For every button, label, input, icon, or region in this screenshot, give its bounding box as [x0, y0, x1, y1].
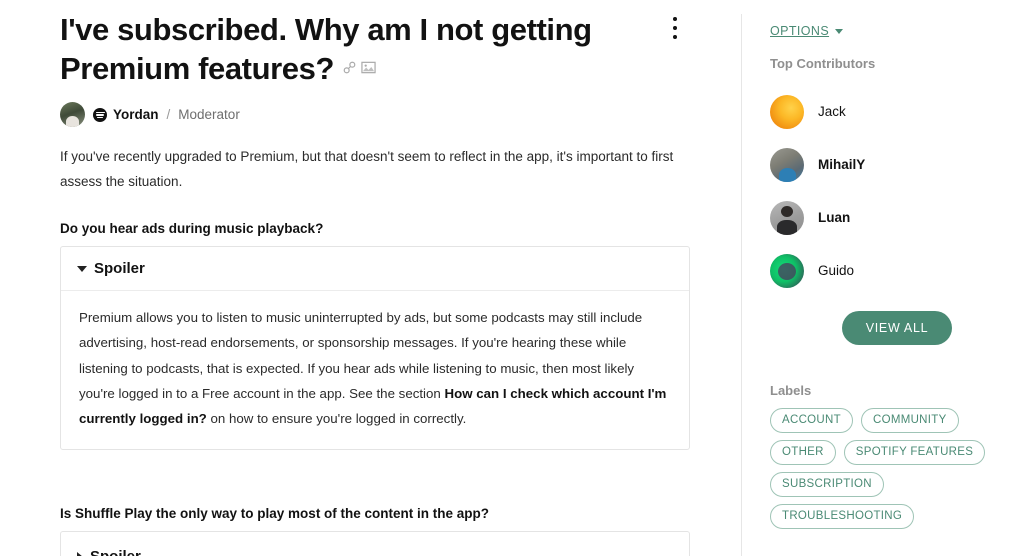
label-chip-spotify-features[interactable]: SPOTIFY FEATURES — [843, 440, 986, 465]
view-all-wrapper: VIEW ALL — [770, 311, 1024, 345]
labels-list: ACCOUNT COMMUNITY OTHER SPOTIFY FEATURES… — [770, 408, 1012, 529]
jack-avatar — [770, 94, 804, 129]
contributor-item[interactable]: Guido — [770, 244, 1024, 297]
title-attachment-icons — [342, 60, 376, 75]
kebab-dot — [673, 35, 677, 39]
post-page: I've subscribed. Why am I not getting Pr… — [0, 0, 1024, 556]
link-icon[interactable] — [342, 60, 357, 75]
contributor-item[interactable]: MihailY — [770, 138, 1024, 191]
spoiler-content-1: Premium allows you to listen to music un… — [61, 291, 689, 449]
label-chip-account[interactable]: ACCOUNT — [770, 408, 853, 433]
contributor-name: Luan — [818, 210, 851, 225]
contributor-name: MihailY — [818, 157, 866, 172]
spoiler-box-1: Spoiler Premium allows you to listen to … — [60, 246, 690, 451]
author-separator: / — [166, 107, 171, 123]
spoiler-text-part2: on how to ensure you're logged in correc… — [206, 411, 467, 427]
content-sidebar-divider — [741, 14, 742, 556]
label-chip-troubleshooting[interactable]: TROUBLESHOOTING — [770, 504, 915, 529]
options-label: OPTIONS — [770, 24, 830, 38]
author-avatar[interactable] — [60, 102, 85, 128]
author-role: Moderator — [178, 107, 240, 123]
labels-heading: Labels — [770, 383, 812, 398]
image-icon[interactable] — [361, 60, 376, 75]
spotify-logo-icon — [93, 107, 107, 122]
chevron-right-icon — [77, 551, 83, 556]
post-options-menu-button[interactable] — [665, 15, 685, 41]
sidebar: OPTIONS Top Contributors Jack MihailY Lu… — [770, 0, 1024, 529]
post-intro-text: If you've recently upgraded to Premium, … — [60, 149, 674, 190]
spoiler-label-2: Spoiler — [90, 548, 141, 556]
post-main-content: I've subscribed. Why am I not getting Pr… — [60, 0, 690, 556]
spoiler-box-2: Spoiler — [60, 531, 690, 556]
page-title: I've subscribed. Why am I not getting Pr… — [60, 12, 592, 87]
question-heading-2: Is Shuffle Play the only way to play mos… — [60, 506, 490, 522]
view-all-button[interactable]: VIEW ALL — [841, 311, 953, 345]
author-row: Yordan / Moderator — [60, 102, 690, 128]
guido-avatar — [770, 253, 804, 288]
label-chip-other[interactable]: OTHER — [770, 440, 836, 465]
spoiler-toggle-2[interactable]: Spoiler — [61, 532, 689, 556]
spoiler-label-1: Spoiler — [94, 260, 145, 278]
kebab-dot — [673, 26, 677, 30]
chevron-down-icon — [77, 265, 87, 272]
mihaily-avatar — [770, 147, 804, 182]
options-dropdown[interactable]: OPTIONS — [770, 24, 844, 38]
contributor-item[interactable]: Luan — [770, 191, 1024, 244]
top-contributors-heading: Top Contributors — [770, 56, 876, 71]
kebab-dot — [673, 17, 677, 21]
question-heading-1: Do you hear ads during music playback? — [60, 221, 324, 237]
title-row: I've subscribed. Why am I not getting Pr… — [60, 0, 690, 88]
contributor-name: Guido — [818, 263, 855, 278]
chevron-down-icon — [835, 28, 844, 34]
contributor-name: Jack — [818, 104, 846, 119]
label-chip-community[interactable]: COMMUNITY — [860, 408, 959, 433]
contributor-item[interactable]: Jack — [770, 85, 1024, 138]
author-name[interactable]: Yordan — [113, 107, 159, 122]
spoiler-toggle-1[interactable]: Spoiler — [61, 247, 689, 292]
luan-avatar — [770, 200, 804, 235]
label-chip-subscription[interactable]: SUBSCRIPTION — [770, 472, 884, 497]
top-contributors-list: Jack MihailY Luan Guido — [770, 85, 1024, 297]
